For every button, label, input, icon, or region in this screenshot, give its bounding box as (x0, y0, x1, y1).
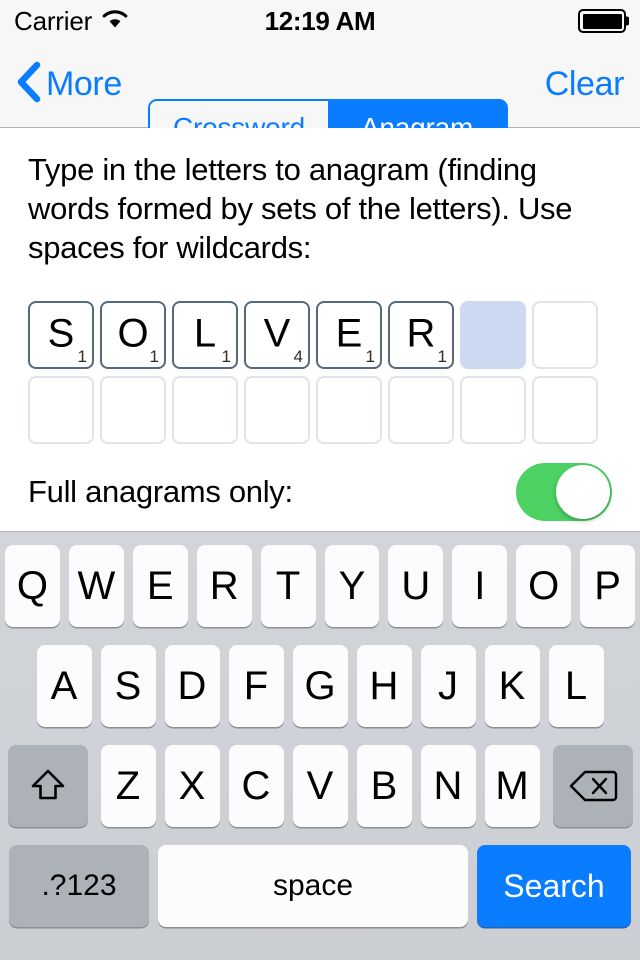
wifi-icon (101, 8, 129, 35)
key-h[interactable]: H (356, 645, 412, 727)
keyboard-row-1: Q W E R T Y U I O P (0, 545, 640, 627)
letter-tile[interactable]: L 1 (172, 301, 238, 369)
letter-tile[interactable] (172, 376, 238, 444)
key-z[interactable]: Z (100, 745, 156, 827)
toggle-knob (556, 465, 610, 519)
back-button-label: More (46, 65, 122, 103)
key-j[interactable]: J (420, 645, 476, 727)
chevron-left-icon (16, 60, 42, 109)
main-content: Type in the letters to anagram (finding … (0, 128, 640, 531)
letter-tile-grid[interactable]: S 1 O 1 L 1 V 4 E 1 R 1 (28, 301, 598, 444)
key-r[interactable]: R (196, 545, 252, 627)
tile-score: 1 (437, 347, 447, 366)
status-bar-right (578, 9, 629, 33)
battery-full-icon (578, 9, 629, 33)
clear-button[interactable]: Clear (545, 65, 625, 104)
numbers-key[interactable]: .?123 (9, 845, 149, 927)
tile-score: 1 (221, 347, 231, 366)
tile-row-1: S 1 O 1 L 1 V 4 E 1 R 1 (28, 301, 598, 369)
search-key[interactable]: Search (477, 845, 631, 927)
key-c[interactable]: C (228, 745, 284, 827)
full-anagrams-label: Full anagrams only: (28, 474, 293, 509)
carrier-label: Carrier (14, 5, 93, 36)
key-s[interactable]: S (100, 645, 156, 727)
key-d[interactable]: D (164, 645, 220, 727)
instructions-text: Type in the letters to anagram (finding … (28, 152, 573, 265)
key-u[interactable]: U (388, 545, 444, 627)
keyboard-row-2: A S D F G H J K L (0, 645, 640, 727)
key-t[interactable]: T (260, 545, 316, 627)
key-v[interactable]: V (292, 745, 348, 827)
space-key[interactable]: space (158, 845, 468, 927)
status-bar-left: Carrier (14, 6, 129, 37)
key-f[interactable]: F (228, 645, 284, 727)
key-q[interactable]: Q (4, 545, 60, 627)
key-y[interactable]: Y (324, 545, 380, 627)
onscreen-keyboard[interactable]: Q W E R T Y U I O P A S D F G H J K L Z … (0, 531, 640, 960)
key-n[interactable]: N (420, 745, 476, 827)
letter-tile[interactable] (100, 376, 166, 444)
shift-key[interactable] (7, 745, 88, 827)
navigation-bar: More Crossword Anagram Clear (0, 42, 640, 157)
tile-score: 1 (149, 347, 159, 366)
key-k[interactable]: K (484, 645, 540, 727)
key-m[interactable]: M (484, 745, 540, 827)
key-p[interactable]: P (580, 545, 636, 627)
letter-tile[interactable] (244, 376, 310, 444)
keyboard-row-3: Z X C V B N M (0, 745, 640, 827)
letter-tile[interactable]: R 1 (388, 301, 454, 369)
letter-tile[interactable] (388, 376, 454, 444)
backspace-icon (568, 767, 618, 805)
letter-tile[interactable] (28, 376, 94, 444)
key-l[interactable]: L (548, 645, 604, 727)
letter-tile[interactable] (532, 376, 598, 444)
full-anagrams-toggle[interactable] (516, 463, 612, 521)
letter-tile[interactable] (316, 376, 382, 444)
letter-tile[interactable]: E 1 (316, 301, 382, 369)
key-g[interactable]: G (292, 645, 348, 727)
full-anagrams-row: Full anagrams only: (28, 461, 612, 523)
keyboard-row-4: .?123 space Search (0, 845, 640, 927)
letter-tile[interactable]: O 1 (100, 301, 166, 369)
delete-key[interactable] (552, 745, 633, 827)
key-w[interactable]: W (68, 545, 124, 627)
letter-tile[interactable] (532, 301, 598, 369)
letter-tile[interactable] (460, 376, 526, 444)
back-button-more[interactable]: More (16, 60, 122, 109)
key-e[interactable]: E (132, 545, 188, 627)
key-b[interactable]: B (356, 745, 412, 827)
letter-tile-cursor[interactable] (460, 301, 526, 369)
key-o[interactable]: O (516, 545, 572, 627)
tile-score: 1 (365, 347, 375, 366)
shift-arrow-icon (27, 765, 69, 807)
tile-score: 1 (77, 347, 87, 366)
key-a[interactable]: A (36, 645, 92, 727)
status-bar: Carrier 12:19 AM (0, 0, 640, 42)
tile-row-2 (28, 376, 598, 444)
key-x[interactable]: X (164, 745, 220, 827)
key-i[interactable]: I (452, 545, 508, 627)
letter-tile[interactable]: S 1 (28, 301, 94, 369)
tile-score: 4 (293, 347, 303, 366)
letter-tile[interactable]: V 4 (244, 301, 310, 369)
